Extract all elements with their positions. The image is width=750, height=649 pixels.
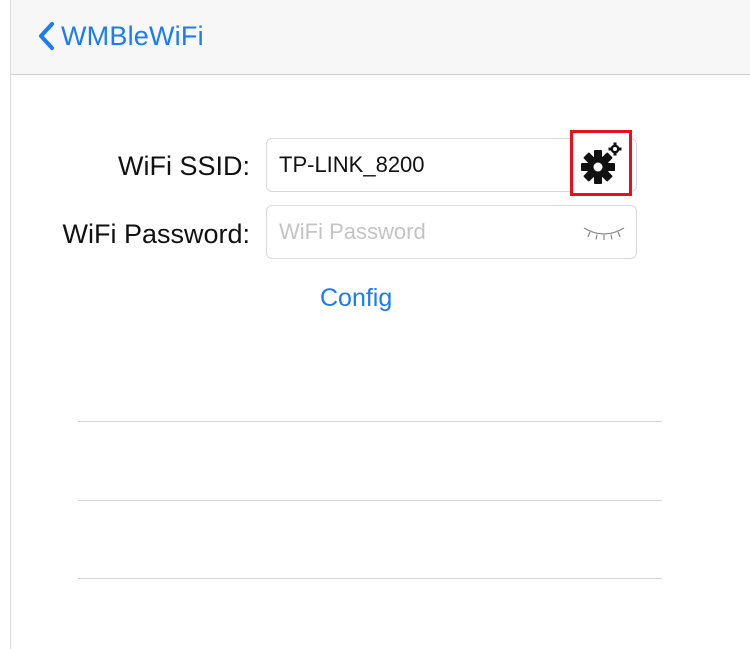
gear-icon xyxy=(581,142,622,184)
ssid-label: WiFi SSID: xyxy=(118,151,250,181)
divider xyxy=(78,578,662,579)
password-input[interactable] xyxy=(279,206,569,258)
divider xyxy=(78,421,662,422)
back-button-label: WMBleWiFi xyxy=(61,20,204,51)
back-button[interactable]: WMBleWiFi xyxy=(37,18,204,54)
divider xyxy=(78,500,662,501)
password-label: WiFi Password: xyxy=(62,219,250,249)
ssid-input[interactable] xyxy=(279,139,569,191)
navigation-bar: WMBleWiFi xyxy=(11,0,750,75)
frame-border xyxy=(10,0,11,649)
chevron-left-icon xyxy=(39,22,54,50)
eye-closed-icon[interactable] xyxy=(582,222,626,242)
config-button[interactable]: Config xyxy=(320,284,392,313)
settings-button[interactable] xyxy=(570,130,632,196)
